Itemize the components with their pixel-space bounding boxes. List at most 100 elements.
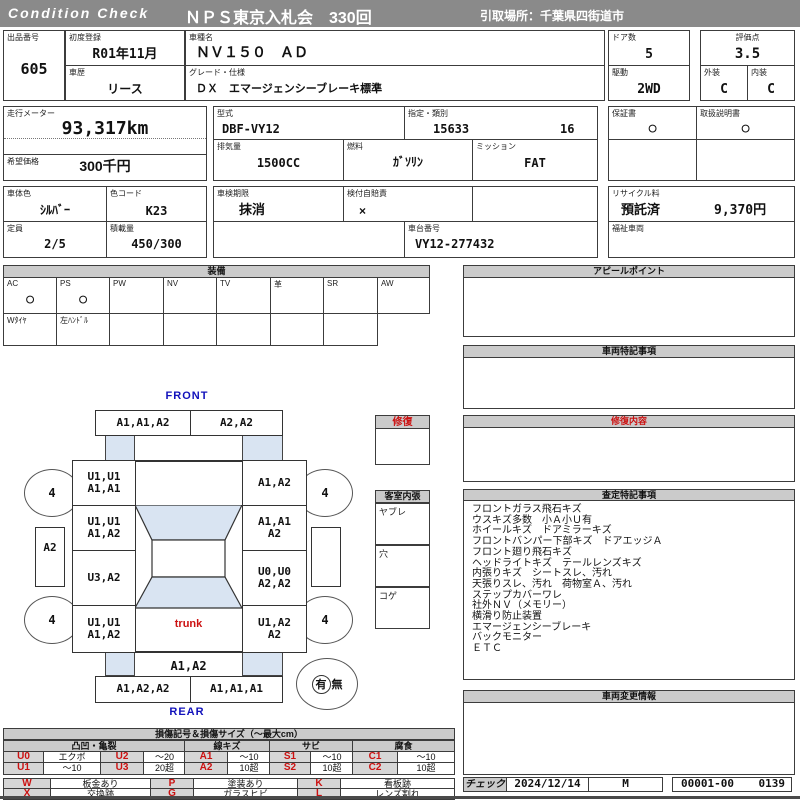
displacement-label: 排気量 [217, 142, 241, 151]
equipment-col-leather: 革 [270, 277, 324, 314]
rear-bumper-right-cell: A1,A1,A1 [190, 676, 283, 703]
equipment-label: TV [220, 279, 231, 288]
exterior-cell: 外装 C [700, 65, 748, 101]
legend-code: U3 [100, 762, 144, 775]
bonnet-left-cell: A1,A1,A2 [95, 410, 191, 436]
header-bar: Condition Check ＮＰＳ東京入札会 330回 引取場所：千葉県四街… [0, 0, 800, 27]
inspection-value: 抹消 [239, 202, 266, 217]
equipment-row2-cell [109, 313, 164, 346]
history-cell: 車歴 リース [65, 65, 185, 101]
appeal-header: アピールポイント [463, 265, 795, 278]
roof-windows-graphic [135, 505, 243, 609]
odometer-value: 93,317km [61, 118, 149, 139]
inspection-label: 車検期限 [217, 189, 249, 198]
equipment-mark: ○ [26, 292, 34, 307]
legend-title: 損傷記号＆損傷サイズ（～最大cm） [3, 728, 455, 740]
equipment-col-nv: NV [163, 277, 217, 314]
grade-value: ＤＸ エマージェンシーブレーキ標準 [196, 83, 383, 95]
interior-label: 内装 [751, 68, 767, 77]
body-color-label: 車体色 [7, 189, 31, 198]
cabin-row-label: 穴 [379, 549, 389, 559]
drive-value: 2WD [637, 82, 661, 97]
warranty-mark: ○ [648, 121, 657, 136]
equipment-label: SR [327, 279, 339, 288]
equipment-row2-cell [270, 313, 324, 346]
equipment-label: AW [381, 279, 394, 288]
class-label: 指定・類別 [408, 109, 448, 118]
history-label: 車歴 [69, 68, 85, 77]
warranty-cell: 保証書 ○ [608, 106, 697, 140]
change-info-header: 車両変更情報 [463, 690, 795, 703]
fuel-cell: 燃料 ｶﾞｿﾘﾝ [343, 139, 473, 181]
recycle-label: リサイクル料 [612, 189, 660, 198]
cabin-row-tear: ヤブレ [375, 503, 430, 545]
assessment-header: 査定特記事項 [463, 489, 795, 501]
welfare-label: 福祉車両 [612, 224, 644, 233]
chassis-cell: 車台番号 VY12-277432 [404, 221, 598, 258]
repair-mini-body [375, 429, 430, 465]
recycle-cell: リサイクル料 預託済 9,370円 [608, 186, 795, 222]
model-name-cell: 車種名 ＮＶ１５０ ＡＤ [185, 30, 605, 66]
rating-value: 3.5 [734, 46, 761, 62]
assessment-body: フロントガラス飛石キズ ウスキズ多数 小Ａ小Ｕ有 ホイールキズ ドアミラーキズ … [463, 501, 795, 680]
repair-details-body [463, 428, 795, 482]
history-value: リース [107, 82, 143, 96]
displacement-cell: 排気量 1500CC [213, 139, 344, 181]
lot-number-value: 605 [20, 60, 48, 78]
spare-no: 無 [331, 679, 343, 691]
transmission-value: FAT [524, 156, 546, 170]
empty-cell [696, 139, 795, 181]
manual-mark: ○ [741, 121, 750, 136]
empty-cell [213, 221, 405, 258]
grade-cell: グレード・仕様 ＤＸ エマージェンシーブレーキ標準 [185, 65, 605, 101]
equipment-col-tv: TV [216, 277, 271, 314]
legend-desc: 20超 [143, 762, 186, 775]
change-info-body [463, 703, 795, 775]
front-pillar-right [242, 435, 283, 461]
insurance-mark: × [359, 204, 367, 218]
equipment-row2-cell: Wﾀｲﾔ [3, 313, 57, 346]
check-date-cell: 2024/12/14 [506, 777, 589, 792]
interior-value: C [767, 82, 775, 97]
color-code-cell: 色コード K23 [106, 186, 207, 222]
rear-pillar-right [242, 652, 283, 676]
fuel-label: 燃料 [347, 142, 363, 151]
equipment-label: PW [113, 279, 126, 288]
capacity-label: 定員 [7, 224, 23, 233]
assessment-item: フロント廻り飛石キズ [472, 546, 572, 558]
left-side-step: A2 [35, 527, 65, 587]
legend-code: C2 [352, 762, 398, 775]
auction-title: ＮＰＳ東京入札会 330回 [185, 10, 372, 27]
drive-label: 駆動 [612, 68, 628, 77]
equipment-row2-cell [163, 313, 217, 346]
rear-pillar-left [105, 652, 135, 676]
inspection-cell: 車検期限 抹消 [213, 186, 344, 222]
vehicle-notes-body [463, 358, 795, 409]
equipment-label: NV [167, 279, 179, 288]
panel-left-quarter: U1,U1 A1,A2 [72, 605, 136, 653]
empty-cell [608, 139, 697, 181]
capacity-cell: 定員 2/5 [3, 221, 107, 258]
brand-logo: Condition Check [8, 5, 150, 21]
manual-label: 取扱説明書 [700, 109, 740, 118]
cabin-row-hole: 穴 [375, 545, 430, 587]
equipment-label: 革 [274, 280, 282, 289]
first-registration-label: 初度登録 [69, 33, 101, 42]
legend-desc: 10超 [397, 762, 455, 775]
capacity-value: 2/5 [44, 237, 66, 251]
assessment-item: ＥＴＣ [472, 643, 502, 655]
check-inspector-cell: M [588, 777, 663, 792]
equipment-col-pw: PW [109, 277, 164, 314]
insurance-label: 検付自賠責 [347, 189, 387, 198]
check-code-2: 0139 [758, 777, 786, 790]
exterior-label: 外装 [704, 68, 720, 77]
spare-tire-indicator: 有 無 [296, 658, 358, 710]
bonnet-right-cell: A2,A2 [190, 410, 283, 436]
color-code-value: K23 [145, 204, 168, 218]
check-date: 2024/12/14 [514, 777, 581, 790]
empty-cell [472, 186, 598, 222]
chassis-label: 車台番号 [408, 224, 440, 233]
fuel-value: ｶﾞｿﾘﾝ [392, 155, 423, 169]
transmission-cell: ミッション FAT [472, 139, 598, 181]
doors-cell: ドア数 5 [608, 30, 690, 66]
